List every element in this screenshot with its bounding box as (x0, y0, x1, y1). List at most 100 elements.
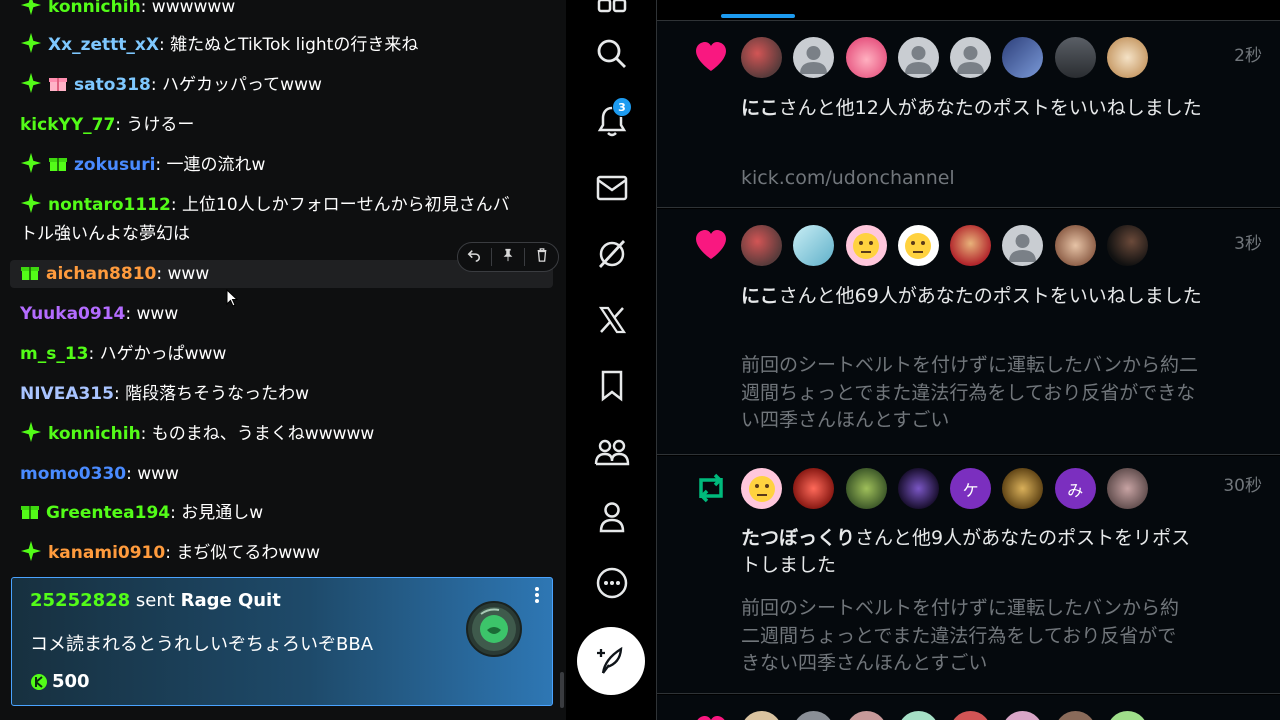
grid-icon[interactable] (592, 0, 632, 18)
kick-badge-icon (20, 192, 42, 214)
compose-icon (597, 646, 623, 674)
kick-coin-icon (31, 673, 47, 690)
avatar[interactable] (1107, 468, 1149, 509)
avatar[interactable] (1107, 225, 1149, 266)
avatar[interactable] (1107, 37, 1149, 78)
chat-message: nontaro1112: 上位10人しかフォローせんから初見さんバ (20, 191, 545, 219)
chat-username[interactable]: sato318 (74, 75, 151, 95)
avatar[interactable] (845, 468, 887, 509)
delete-icon[interactable] (526, 248, 558, 266)
chat-username[interactable]: m_s_13 (20, 344, 89, 364)
avatar[interactable] (793, 468, 835, 509)
more-vertical-icon[interactable] (534, 586, 540, 609)
gift-message: コメ読まれるとうれしいぞちょろいぞBBA (30, 634, 374, 655)
notification-item[interactable]: 3秒 にこさんと他69人があなたのポストをいいねしました 前回のシートベルトを付… (657, 209, 1280, 455)
message-action-toolbar (457, 242, 559, 272)
chat-message: NIVEA315: 階段落ちそうなったわw (20, 380, 545, 408)
avatar[interactable] (950, 37, 992, 78)
chat-username[interactable]: kickYY_77 (20, 115, 115, 135)
chat-username[interactable]: NIVEA315 (20, 384, 114, 404)
chat-username[interactable]: konnichih (48, 424, 141, 444)
avatar[interactable] (897, 711, 939, 720)
avatar[interactable] (1002, 468, 1044, 509)
avatar[interactable] (793, 225, 835, 266)
chat-message: kanami0910: まぢ似てるわwww (20, 539, 545, 567)
chat-username[interactable]: kanami0910 (48, 543, 165, 563)
avatar[interactable] (897, 225, 939, 266)
avatar[interactable] (741, 711, 782, 720)
communities-icon[interactable] (592, 432, 632, 472)
compose-button[interactable] (577, 627, 645, 695)
chat-text: : ハゲカッパってwww (150, 75, 322, 95)
notification-item[interactable]: 2秒 にこさんと他12人があなたのポストをいいねしました kick.com/ud… (657, 21, 1280, 208)
avatar-row (741, 37, 1159, 78)
chat-text: : お見通しw (170, 503, 264, 523)
avatar[interactable] (1002, 225, 1044, 266)
avatar[interactable] (950, 711, 992, 720)
profile-icon[interactable] (592, 497, 632, 537)
kick-badge-icon (20, 421, 42, 443)
avatar[interactable] (845, 225, 887, 266)
avatar[interactable] (1054, 711, 1096, 720)
avatar[interactable] (741, 37, 782, 78)
chat-username[interactable]: nontaro1112 (48, 195, 171, 215)
chat-username[interactable]: Greentea194 (46, 503, 170, 523)
bookmark-icon[interactable] (592, 366, 632, 406)
chat-username[interactable]: zokusuri (74, 155, 155, 175)
chat-message: Xx_zettt_xX: 雑たぬとTikTok lightの行き来ね (20, 31, 545, 59)
mail-icon[interactable] (592, 168, 632, 208)
chat-username[interactable]: konnichih (48, 0, 141, 17)
avatar[interactable]: ケ (950, 468, 992, 509)
pin-icon[interactable] (492, 248, 524, 266)
kick-badge-icon (20, 0, 42, 16)
search-icon[interactable] (592, 34, 632, 74)
avatar[interactable]: み (1054, 468, 1096, 509)
avatar[interactable] (1054, 225, 1096, 266)
notification-text: にこさんと他12人があなたのポストをいいねしました (741, 95, 1211, 122)
reply-icon[interactable] (458, 248, 490, 266)
avatar-row: ケ み (741, 468, 1159, 509)
chat-username[interactable]: Yuuka0914 (20, 304, 125, 324)
avatar[interactable] (897, 37, 939, 78)
chat-scrollbar[interactable] (560, 672, 564, 708)
notification-user[interactable]: にこ (741, 97, 779, 119)
gift-amount: 500 (52, 671, 90, 692)
avatar[interactable] (741, 468, 782, 509)
notification-action: さんと他69人があなたのポストをいいねしました (778, 285, 1202, 307)
avatar[interactable] (1002, 37, 1044, 78)
notification-user[interactable]: にこ (741, 285, 779, 307)
avatar[interactable] (1107, 711, 1149, 720)
notification-item[interactable]: ケ み 30秒 たつぼっくりさんと他9人があなたのポストをリポストしました 前回… (657, 456, 1280, 694)
avatar[interactable] (793, 711, 835, 720)
chat-username[interactable]: momo0330 (20, 464, 126, 484)
chat-message: konnichih: ものまね、うまくねwwwww (20, 420, 545, 448)
chat-text: : www (156, 264, 210, 284)
heart-icon (696, 42, 726, 71)
avatar[interactable] (897, 468, 939, 509)
avatar[interactable] (845, 711, 887, 720)
notification-time: 30秒 (1223, 476, 1262, 496)
kick-badge-icon (20, 152, 42, 174)
avatar[interactable] (1054, 37, 1096, 78)
notification-item[interactable] (657, 695, 1280, 720)
x-logo-icon[interactable] (592, 300, 632, 340)
chat-username[interactable]: aichan8810 (46, 264, 156, 284)
more-icon[interactable] (592, 563, 632, 603)
gift-card[interactable]: 25252828 sent Rage Quit コメ読まれるとうれしいぞちょろい… (11, 577, 553, 706)
chat-message: kickYY_77: うけるー (20, 111, 545, 139)
grok-icon[interactable] (592, 234, 632, 274)
heart-icon (697, 716, 725, 720)
avatar[interactable] (741, 225, 782, 266)
chat-text-continued: トル強いんよな夢幻は (20, 224, 190, 244)
avatar[interactable] (950, 225, 992, 266)
x-nav-sidebar: 3 (566, 0, 657, 720)
gift-sender[interactable]: 25252828 (30, 590, 130, 611)
chat-username[interactable]: Xx_zettt_xX (48, 35, 159, 55)
avatar[interactable] (793, 37, 835, 78)
repost-icon (699, 473, 723, 503)
gift-amount-row: 500 (30, 671, 90, 692)
avatar[interactable] (1002, 711, 1044, 720)
notification-user[interactable]: たつぼっくり (741, 527, 855, 549)
avatar[interactable] (845, 37, 887, 78)
chat-message: m_s_13: ハゲかっぱwww (20, 340, 545, 368)
